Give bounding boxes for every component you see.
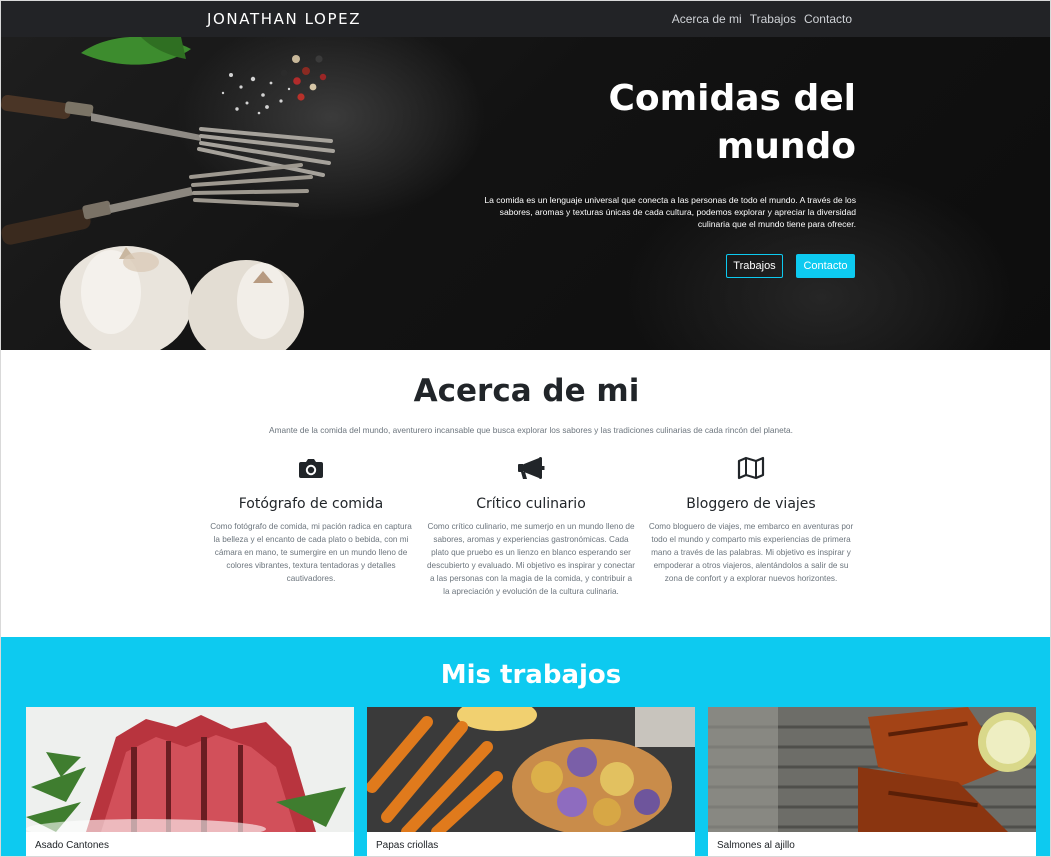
work-caption: Asado Cantones (35, 840, 109, 851)
camera-icon (206, 456, 416, 482)
feature-title: Bloggero de viajes (686, 496, 816, 512)
work-image-salmon (708, 707, 1036, 832)
feature-title: Fotógrafo de comida (238, 496, 384, 512)
feature-title: Crítico culinario (476, 496, 586, 512)
feature-food-critic: Crítico culinario Como crítico culinario… (426, 456, 636, 598)
work-image-papas (367, 707, 695, 832)
contact-button[interactable]: Contacto (796, 254, 855, 278)
about-subtitle: Amante de la comida del mundo, aventurer… (269, 425, 793, 435)
works-section: Mis trabajos Asado Cantones Papas crioll… (1, 637, 1050, 856)
works-title: Mis trabajos (440, 660, 622, 690)
work-card[interactable]: Asado Cantones (26, 707, 354, 856)
hero-description: La comida es un lenguaje universal que c… (484, 195, 856, 229)
nav-link-contact[interactable]: Contacto (804, 12, 852, 26)
feature-text: Como fotógrafo de comida, mi pación radi… (210, 522, 412, 583)
megaphone-icon (426, 456, 636, 482)
feature-text: Como bloguero de viajes, me embarco en a… (648, 522, 854, 583)
nav-link-about[interactable]: Acerca de mi (672, 12, 742, 26)
nav-links: Acerca de mi Trabajos Contacto (672, 12, 852, 26)
work-card[interactable]: Salmones al ajillo (708, 707, 1036, 856)
work-image-asado (26, 707, 354, 832)
feature-text: Como crítico culinario, me sumerjo en un… (427, 522, 635, 596)
brand-logo[interactable]: JONATHAN LOPEZ (207, 10, 361, 28)
work-caption: Salmones al ajillo (717, 840, 795, 851)
page: JONATHAN LOPEZ Acerca de mi Trabajos Con… (0, 0, 1051, 857)
nav-link-works[interactable]: Trabajos (750, 12, 796, 26)
navbar: JONATHAN LOPEZ Acerca de mi Trabajos Con… (1, 1, 1050, 37)
feature-food-photographer: Fotógrafo de comida Como fotógrafo de co… (206, 456, 416, 586)
about-title: Acerca de mi (413, 373, 640, 409)
hero-section: Comidas del mundo La comida es un lengua… (1, 37, 1050, 350)
work-card[interactable]: Papas criollas (367, 707, 695, 856)
map-icon (646, 456, 856, 482)
hero-title: Comidas del mundo (608, 78, 856, 167)
work-caption: Papas criollas (376, 840, 439, 851)
feature-travel-blogger: Bloggero de viajes Como bloguero de viaj… (646, 456, 856, 586)
works-button[interactable]: Trabajos (726, 254, 783, 278)
